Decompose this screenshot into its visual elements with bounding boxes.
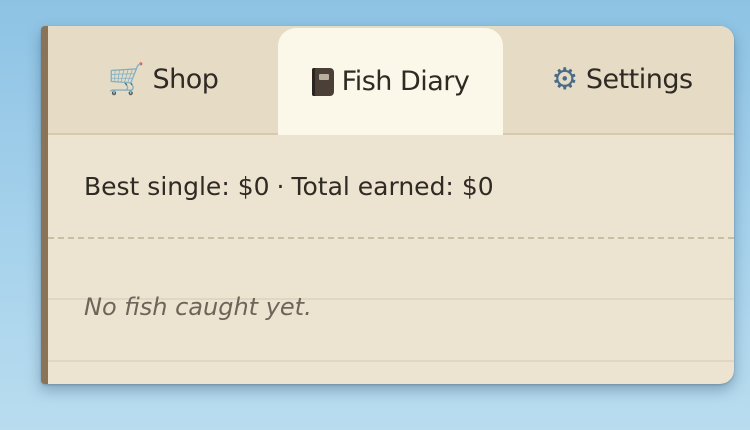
gear-icon: ⚙ — [551, 61, 578, 97]
shopping-cart-icon: 🛒 — [107, 61, 145, 97]
tab-shop-label: Shop — [152, 64, 219, 95]
total-earned-value: $0 — [461, 171, 494, 201]
tab-bar: 🛒 Shop Fish Diary ⚙ Settings — [48, 26, 734, 135]
fish-list: No fish caught yet. — [48, 239, 734, 384]
stats-separator: · — [276, 171, 285, 201]
tab-fish-diary[interactable]: Fish Diary — [278, 28, 503, 135]
empty-list-message: No fish caught yet. — [84, 293, 312, 321]
tab-fish-diary-label: Fish Diary — [341, 66, 470, 97]
best-single-value: $0 — [237, 171, 270, 201]
total-earned-label: Total earned: — [291, 171, 454, 201]
book-icon — [311, 67, 334, 96]
tab-settings[interactable]: ⚙ Settings — [503, 26, 734, 133]
fish-diary-panel: 🛒 Shop Fish Diary ⚙ Settings Best single… — [41, 26, 734, 384]
earnings-summary: Best single: $0 · Total earned: $0 — [48, 135, 734, 239]
best-single-label: Best single: — [84, 171, 230, 201]
tab-shop[interactable]: 🛒 Shop — [48, 26, 278, 133]
tab-settings-label: Settings — [585, 64, 693, 95]
